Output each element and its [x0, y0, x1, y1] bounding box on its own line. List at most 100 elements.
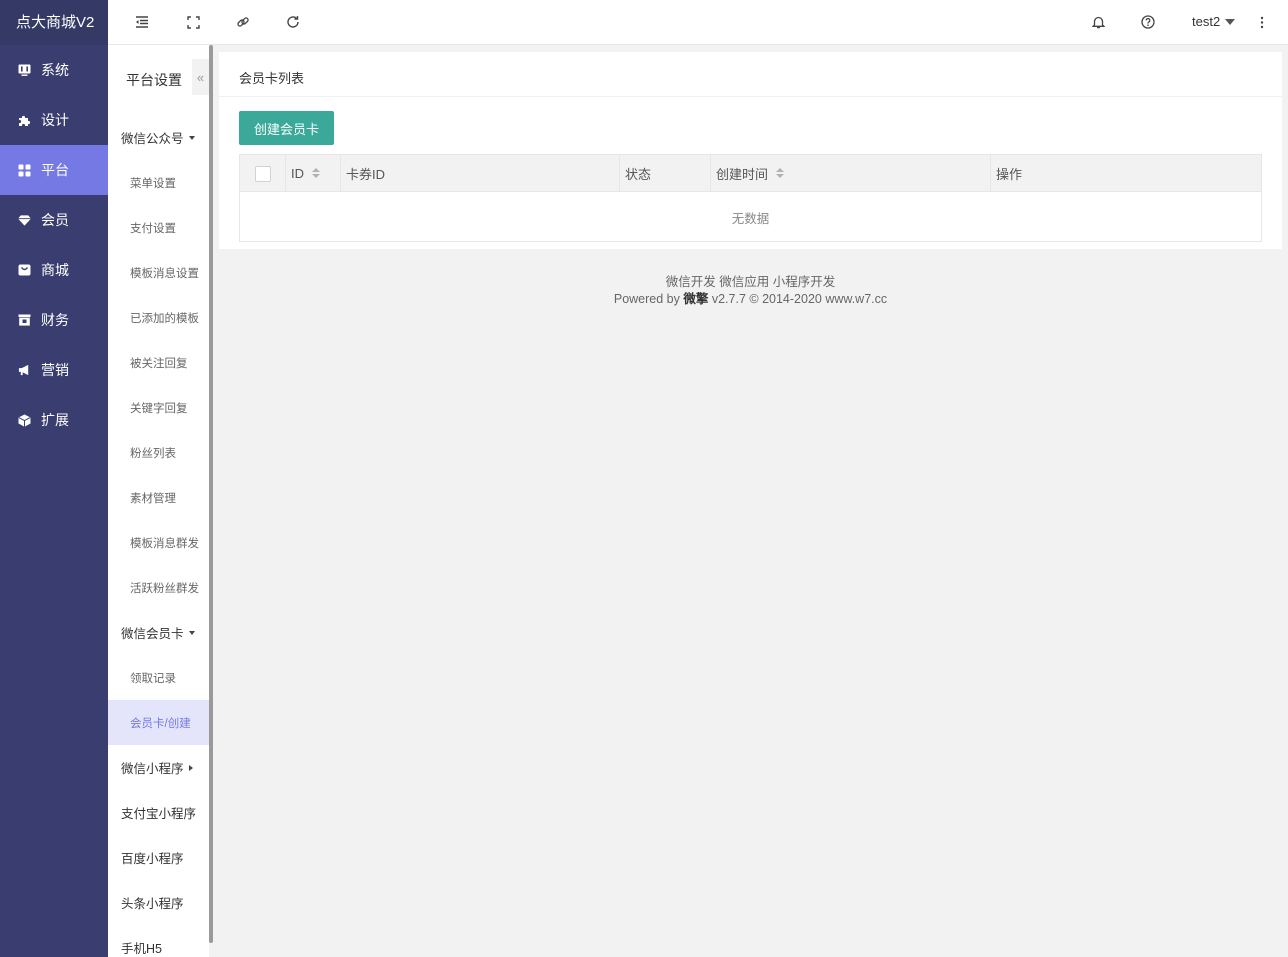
- sub-item-label: 微信公众号: [121, 132, 184, 146]
- grid-icon: [18, 164, 31, 177]
- help-icon[interactable]: [1140, 14, 1156, 30]
- sub-item-template-message-settings[interactable]: 模板消息设置: [108, 250, 209, 295]
- nav-item-platform[interactable]: 平台: [0, 145, 108, 195]
- sub-item-label: 领取记录: [130, 672, 176, 685]
- nav-item-finance[interactable]: 财务: [0, 295, 108, 345]
- sub-item-label: 头条小程序: [121, 897, 184, 911]
- select-all-checkbox[interactable]: [255, 166, 271, 182]
- secondary-sidebar-title: 平台设置: [126, 72, 182, 88]
- column-card-id: 卡券ID: [341, 155, 620, 191]
- column-label: ID: [291, 165, 304, 181]
- sub-item-label: 已添加的模板: [130, 312, 199, 325]
- top-header: test2: [108, 0, 1288, 45]
- sidebar-scrollbar[interactable]: [209, 45, 213, 943]
- menu-fold-icon[interactable]: [134, 14, 150, 30]
- sub-group-wechat-miniprogram[interactable]: 微信小程序: [108, 745, 209, 790]
- sub-item-label: 模板消息设置: [130, 267, 199, 280]
- member-card-table: ID 卡券ID 状态 创建时间 操作 无数据: [239, 154, 1262, 242]
- column-label: 状态: [625, 166, 652, 182]
- column-label: 卡券ID: [346, 166, 386, 182]
- powered-brand[interactable]: 微擎: [683, 292, 708, 306]
- create-member-card-button[interactable]: 创建会员卡: [239, 111, 334, 145]
- sub-item-label: 被关注回复: [130, 357, 188, 370]
- nav-label: 营销: [41, 362, 69, 378]
- nav-item-extend[interactable]: 扩展: [0, 395, 108, 445]
- footer-links[interactable]: 微信开发 微信应用 小程序开发: [219, 274, 1282, 291]
- nav-item-marketing[interactable]: 营销: [0, 345, 108, 395]
- refresh-icon[interactable]: [285, 14, 301, 30]
- column-id[interactable]: ID: [286, 155, 341, 191]
- sub-item-fans-list[interactable]: 粉丝列表: [108, 430, 209, 475]
- link-icon[interactable]: [235, 14, 251, 30]
- powered-suffix: v2.7.7 © 2014-2020 www.w7.cc: [711, 292, 888, 306]
- page-footer: 微信开发 微信应用 小程序开发 Powered by 微擎 v2.7.7 © 2…: [219, 274, 1282, 308]
- nav-item-design[interactable]: 设计: [0, 95, 108, 145]
- sub-item-label: 支付宝小程序: [121, 807, 197, 821]
- megaphone-icon: [18, 364, 31, 377]
- more-vertical-icon[interactable]: [1254, 14, 1270, 30]
- sub-item-label: 微信会员卡: [121, 627, 184, 641]
- sub-item-claim-records[interactable]: 领取记录: [108, 655, 209, 700]
- bell-icon[interactable]: [1090, 14, 1106, 30]
- diamond-icon: [18, 214, 31, 227]
- sub-group-alipay-miniprogram[interactable]: 支付宝小程序: [108, 790, 209, 835]
- column-created-time[interactable]: 创建时间: [711, 155, 991, 191]
- sub-group-wechat-member-card[interactable]: 微信会员卡: [108, 610, 209, 655]
- sub-item-label: 菜单设置: [130, 177, 176, 190]
- username: test2: [1192, 14, 1221, 29]
- sub-group-baidu-miniprogram[interactable]: 百度小程序: [108, 835, 209, 880]
- fullscreen-icon[interactable]: [185, 14, 201, 30]
- sub-item-menu-settings[interactable]: 菜单设置: [108, 160, 209, 205]
- nav-item-shop[interactable]: 商城: [0, 245, 108, 295]
- sub-item-label: 支付设置: [130, 222, 176, 235]
- panel-title: 会员卡列表: [239, 71, 305, 86]
- nav-label: 财务: [41, 312, 69, 328]
- sub-item-label: 活跃粉丝群发: [130, 582, 199, 595]
- sub-item-template-mass-send[interactable]: 模板消息群发: [108, 520, 209, 565]
- member-card-list-panel: 会员卡列表 创建会员卡 ID 卡券ID 状态 创建时间 操作 无数据: [219, 52, 1282, 249]
- sub-group-toutiao-miniprogram[interactable]: 头条小程序: [108, 880, 209, 925]
- sub-group-mobile-h5[interactable]: 手机H5: [108, 925, 209, 957]
- nav-label: 设计: [41, 112, 69, 128]
- sub-item-label: 会员卡/创建: [130, 717, 191, 730]
- sub-item-added-templates[interactable]: 已添加的模板: [108, 295, 209, 340]
- sub-item-payment-settings[interactable]: 支付设置: [108, 205, 209, 250]
- nav-item-member[interactable]: 会员: [0, 195, 108, 245]
- nav-label: 平台: [41, 162, 69, 178]
- powered-prefix: Powered by: [613, 292, 680, 306]
- collapse-button[interactable]: «: [192, 59, 209, 95]
- cube-icon: [18, 414, 31, 427]
- sub-item-label: 模板消息群发: [130, 537, 199, 550]
- table-header: ID 卡券ID 状态 创建时间 操作: [240, 155, 1261, 192]
- main-sidebar: 点大商城V2 系统 设计 平台 会员 商城 财务 营销 扩展: [0, 0, 108, 957]
- sub-item-follow-reply[interactable]: 被关注回复: [108, 340, 209, 385]
- caret-down-icon: [188, 135, 195, 140]
- select-all-cell: [240, 155, 286, 191]
- user-menu[interactable]: test2: [1192, 14, 1236, 29]
- sub-item-material-management[interactable]: 素材管理: [108, 475, 209, 520]
- column-label: 创建时间: [716, 166, 769, 182]
- sub-item-active-fans-mass-send[interactable]: 活跃粉丝群发: [108, 565, 209, 610]
- sub-item-label: 粉丝列表: [130, 447, 176, 460]
- sub-group-wechat-official[interactable]: 微信公众号: [108, 115, 209, 160]
- sub-item-keyword-reply[interactable]: 关键字回复: [108, 385, 209, 430]
- nav-label: 商城: [41, 262, 69, 278]
- shop-icon: [18, 264, 31, 277]
- powered-by: Powered by 微擎 v2.7.7 © 2014-2020 www.w7.…: [219, 291, 1282, 308]
- sort-icon[interactable]: [312, 168, 320, 178]
- chevron-down-icon: [1225, 18, 1236, 25]
- caret-right-icon: [188, 764, 193, 771]
- sub-item-member-card-create[interactable]: 会员卡/创建: [108, 700, 209, 745]
- nav-label: 扩展: [41, 412, 69, 428]
- puzzle-icon: [18, 114, 31, 127]
- nav-item-system[interactable]: 系统: [0, 45, 108, 95]
- column-status: 状态: [620, 155, 711, 191]
- sub-item-label: 关键字回复: [130, 402, 188, 415]
- caret-down-icon: [188, 630, 195, 635]
- sort-icon[interactable]: [776, 168, 785, 178]
- sub-item-label: 素材管理: [130, 492, 176, 505]
- sub-item-label: 微信小程序: [121, 762, 184, 776]
- sub-item-label: 百度小程序: [121, 852, 184, 866]
- sub-item-label: 手机H5: [121, 942, 162, 956]
- divider: [219, 96, 1282, 97]
